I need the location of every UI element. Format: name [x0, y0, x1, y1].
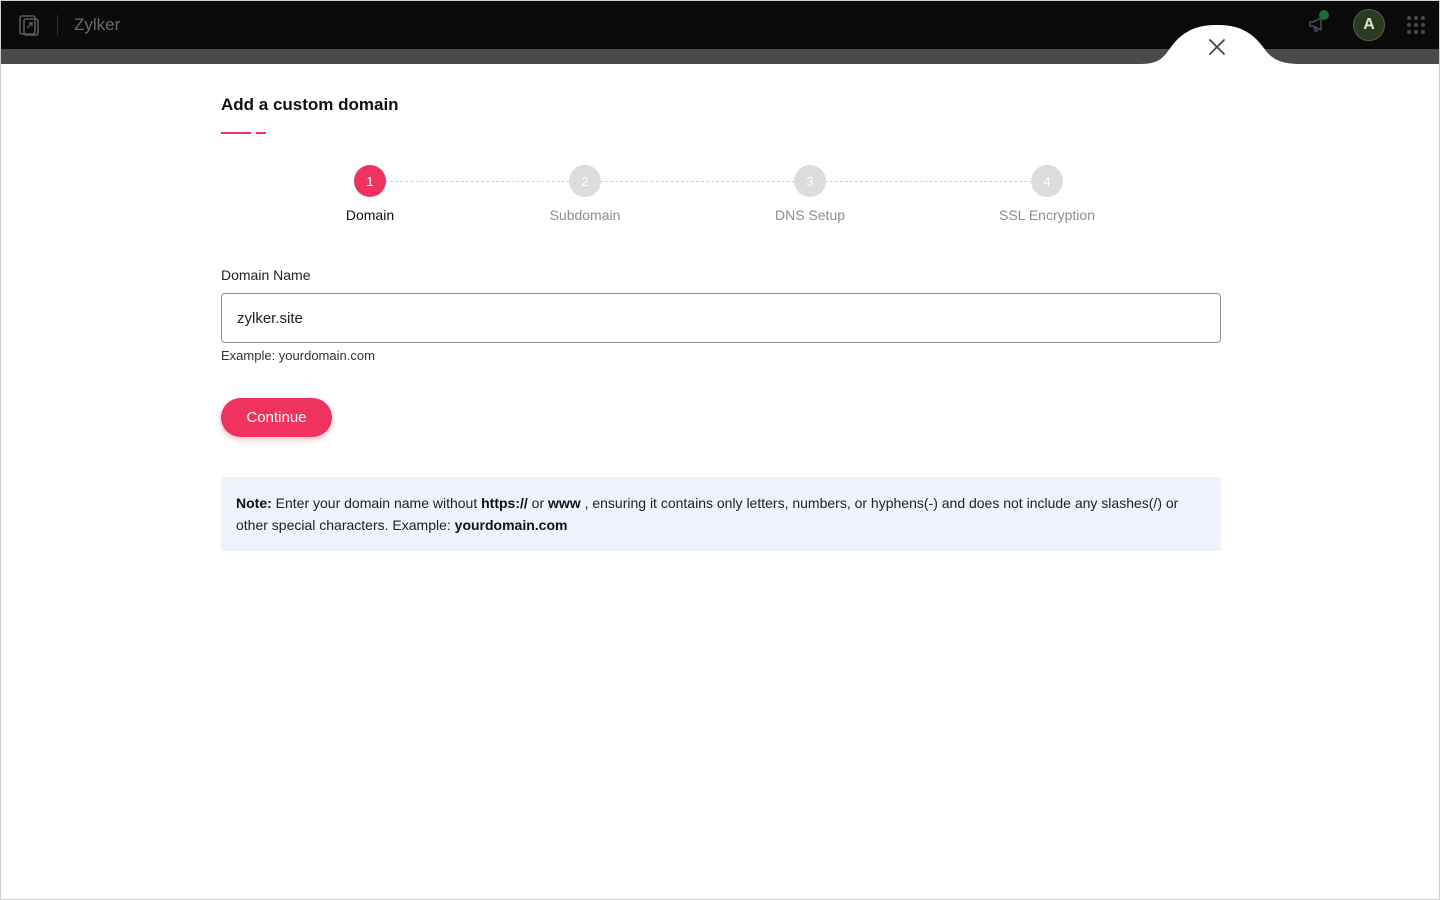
step-label: Domain [345, 207, 395, 223]
step-number: 4 [1031, 165, 1063, 197]
note-text: Enter your domain name without [271, 495, 482, 511]
domain-name-label: Domain Name [221, 267, 311, 283]
stepper: 1 Domain 2 Subdomain 3 DNS Setup 4 SSL E… [221, 165, 1221, 235]
avatar[interactable]: A [1353, 9, 1385, 41]
domain-hint: Example: yourdomain.com [221, 348, 375, 363]
note-prefix: Note: [236, 495, 272, 511]
note-bold: www [548, 495, 581, 511]
grid-apps-icon[interactable] [1407, 16, 1425, 34]
step-number: 3 [794, 165, 826, 197]
notification-dot [1319, 10, 1329, 20]
note-bold: yourdomain.com [454, 517, 568, 533]
domain-name-input[interactable] [221, 293, 1221, 343]
page-title: Add a custom domain [221, 95, 399, 114]
title-underline [221, 132, 251, 134]
brand-divider [57, 15, 58, 35]
step-label: SSL Encryption [999, 207, 1095, 223]
step-subdomain[interactable]: 2 Subdomain [505, 165, 665, 223]
note-bold: https:// [481, 495, 528, 511]
note-text: or [527, 495, 549, 511]
step-number: 1 [354, 165, 386, 197]
title-underline-accent [256, 132, 266, 134]
brand-name[interactable]: Zylker [74, 15, 120, 35]
app-window: Zylker A Add a custom domain 1 Domain 2 … [0, 0, 1440, 900]
step-ssl-encryption[interactable]: 4 SSL Encryption [967, 165, 1127, 223]
app-logo-icon[interactable] [18, 13, 40, 37]
close-icon[interactable] [1205, 35, 1229, 59]
note-box: Note: Enter your domain name without htt… [221, 477, 1221, 551]
step-dns-setup[interactable]: 3 DNS Setup [730, 165, 890, 223]
step-domain[interactable]: 1 Domain [290, 165, 450, 223]
step-label: Subdomain [549, 207, 621, 223]
continue-button[interactable]: Continue [221, 398, 332, 437]
step-label: DNS Setup [774, 207, 846, 223]
step-number: 2 [569, 165, 601, 197]
